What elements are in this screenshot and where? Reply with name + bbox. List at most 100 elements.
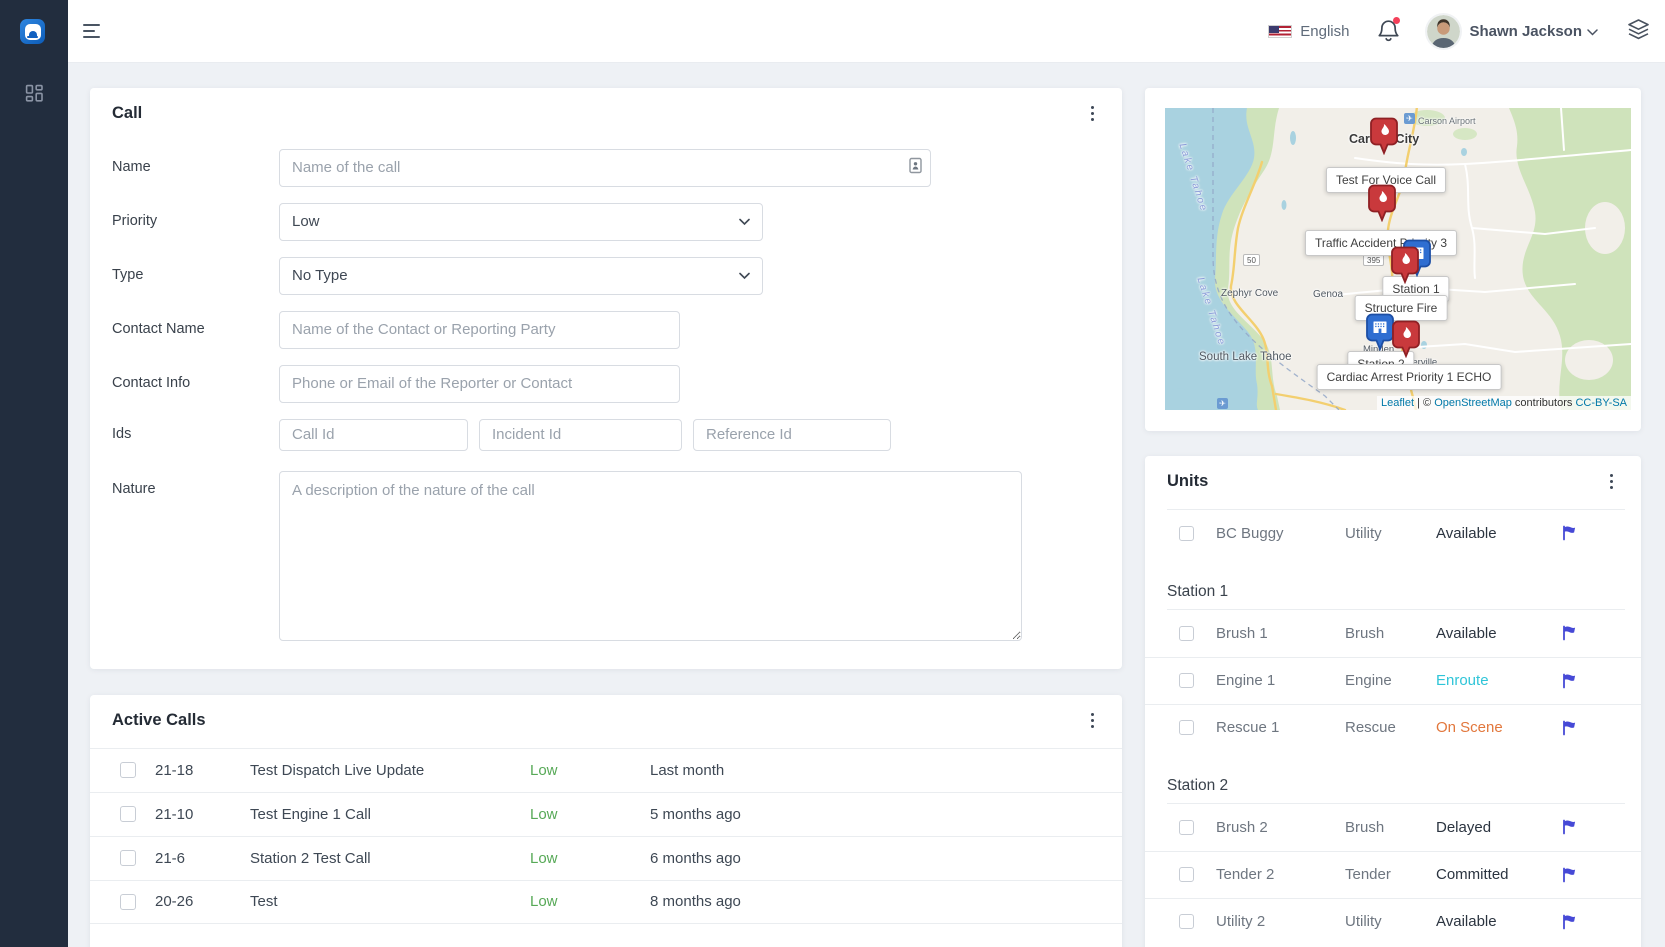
language-selector[interactable]: English bbox=[1300, 23, 1349, 40]
unit-type: Utility bbox=[1345, 525, 1414, 542]
call-time: 8 months ago bbox=[650, 893, 1122, 910]
contact-name-label: Contact Name bbox=[112, 311, 279, 349]
contact-info-label: Contact Info bbox=[112, 365, 279, 403]
map-tooltip: Cardiac Arrest Priority 1 ECHO bbox=[1317, 364, 1502, 390]
contact-name-input[interactable] bbox=[279, 311, 680, 349]
active-calls-table: 21-18 Test Dispatch Live Update Low Last… bbox=[90, 748, 1122, 924]
menu-icon[interactable] bbox=[83, 21, 103, 41]
unit-row[interactable]: Engine 1 Engine Enroute bbox=[1145, 657, 1641, 704]
flag-icon[interactable] bbox=[1561, 867, 1577, 883]
incident-id-input[interactable] bbox=[479, 419, 682, 451]
layers-icon[interactable] bbox=[1628, 18, 1649, 45]
contact-book-icon[interactable] bbox=[909, 157, 922, 178]
unit-row[interactable]: Rescue 1 Rescue On Scene bbox=[1145, 704, 1641, 751]
unit-row[interactable]: BC Buggy Utility Available bbox=[1145, 510, 1641, 557]
flag-icon[interactable] bbox=[1561, 914, 1577, 930]
call-row[interactable]: 20-26 Test Low 8 months ago bbox=[90, 880, 1122, 924]
airport-icon: ✈ bbox=[1404, 113, 1415, 124]
call-row[interactable]: 21-18 Test Dispatch Live Update Low Last… bbox=[90, 748, 1122, 792]
call-row-checkbox[interactable] bbox=[120, 894, 136, 910]
unit-row[interactable]: Brush 2 Brush Delayed bbox=[1145, 804, 1641, 851]
unit-checkbox[interactable] bbox=[1179, 867, 1194, 882]
priority-select[interactable]: Low bbox=[279, 203, 763, 241]
unit-type: Utility bbox=[1345, 913, 1414, 930]
ids-label: Ids bbox=[112, 419, 279, 451]
reference-id-input[interactable] bbox=[693, 419, 891, 451]
active-calls-menu-icon[interactable] bbox=[1085, 709, 1100, 732]
genoa-label: Genoa bbox=[1313, 289, 1343, 300]
station-group-header: Station 1 bbox=[1167, 583, 1625, 610]
unit-type: Engine bbox=[1345, 672, 1414, 689]
unit-checkbox[interactable] bbox=[1179, 526, 1194, 541]
call-row-checkbox[interactable] bbox=[120, 850, 136, 866]
call-priority: Low bbox=[530, 806, 631, 823]
leaflet-link[interactable]: Leaflet bbox=[1381, 397, 1414, 409]
units-card: Units BC Buggy Utility Available Station… bbox=[1145, 456, 1641, 947]
units-menu-icon[interactable] bbox=[1604, 470, 1619, 493]
unit-name: Tender 2 bbox=[1216, 866, 1323, 883]
call-priority: Low bbox=[530, 893, 631, 910]
station-group-header: Station 2 bbox=[1167, 777, 1625, 804]
south-lake-tahoe-label: South Lake Tahoe bbox=[1199, 351, 1292, 363]
flag-icon[interactable] bbox=[1561, 525, 1577, 541]
unit-status: Available bbox=[1436, 625, 1539, 642]
unit-checkbox[interactable] bbox=[1179, 626, 1194, 641]
unit-status: Committed bbox=[1436, 866, 1539, 883]
fire-marker-icon[interactable] bbox=[1369, 117, 1399, 155]
fire-marker-icon[interactable] bbox=[1390, 246, 1420, 284]
call-row-checkbox[interactable] bbox=[120, 806, 136, 822]
map-attribution: Leaflet | © OpenStreetMap contributors C… bbox=[1377, 396, 1631, 410]
call-name: Test Dispatch Live Update bbox=[250, 762, 511, 779]
avatar[interactable] bbox=[1427, 15, 1460, 48]
call-card-menu-icon[interactable] bbox=[1085, 102, 1100, 125]
unit-row[interactable]: Tender 2 Tender Committed bbox=[1145, 851, 1641, 898]
unit-checkbox[interactable] bbox=[1179, 820, 1194, 835]
unit-name: Brush 2 bbox=[1216, 819, 1323, 836]
contact-info-input[interactable] bbox=[279, 365, 680, 403]
unit-row[interactable]: Brush 1 Brush Available bbox=[1145, 610, 1641, 657]
call-id: 21-18 bbox=[155, 762, 231, 779]
leaflet-map[interactable]: Lake Tahoe Lake Tahoe Carson City ✈ Cars… bbox=[1165, 108, 1631, 410]
unit-checkbox[interactable] bbox=[1179, 673, 1194, 688]
flag-icon[interactable] bbox=[1561, 625, 1577, 641]
call-name-input[interactable] bbox=[279, 149, 931, 187]
call-name: Station 2 Test Call bbox=[250, 850, 511, 867]
call-row[interactable]: 21-10 Test Engine 1 Call Low 5 months ag… bbox=[90, 792, 1122, 836]
notifications-bell-icon[interactable] bbox=[1377, 18, 1401, 44]
zephyr-cove-label: Zephyr Cove bbox=[1221, 288, 1278, 299]
call-time: 5 months ago bbox=[650, 806, 1122, 823]
fire-marker-icon[interactable] bbox=[1391, 320, 1421, 358]
type-select[interactable]: No Type bbox=[279, 257, 763, 295]
osm-link[interactable]: OpenStreetMap bbox=[1434, 397, 1512, 409]
main-content: Call Name bbox=[68, 63, 1665, 947]
unit-checkbox[interactable] bbox=[1179, 720, 1194, 735]
dashboard-icon[interactable] bbox=[25, 84, 44, 108]
call-id-input[interactable] bbox=[279, 419, 468, 451]
fire-marker-icon[interactable] bbox=[1367, 184, 1397, 222]
active-calls-card: Active Calls 21-18 Test Dispatch Live Up… bbox=[90, 695, 1122, 947]
call-id: 20-26 bbox=[155, 893, 231, 910]
map-tooltip: Traffic Accident Priority 3 bbox=[1305, 230, 1457, 256]
top-navbar: English Shawn bbox=[68, 0, 1665, 63]
sidebar bbox=[0, 0, 68, 947]
flag-icon[interactable] bbox=[1561, 673, 1577, 689]
unit-checkbox[interactable] bbox=[1179, 914, 1194, 929]
app-logo[interactable] bbox=[20, 19, 45, 44]
us-flag-icon bbox=[1268, 25, 1292, 38]
call-row-checkbox[interactable] bbox=[120, 762, 136, 778]
app-root: English Shawn bbox=[0, 0, 1665, 947]
license-link[interactable]: CC-BY-SA bbox=[1575, 397, 1627, 409]
unit-name: Utility 2 bbox=[1216, 913, 1323, 930]
flag-icon[interactable] bbox=[1561, 819, 1577, 835]
flag-icon[interactable] bbox=[1561, 720, 1577, 736]
nature-textarea[interactable] bbox=[279, 471, 1022, 641]
call-card: Call Name bbox=[90, 88, 1122, 669]
active-calls-title: Active Calls bbox=[112, 711, 206, 730]
siren-icon bbox=[25, 24, 41, 40]
call-row[interactable]: 21-6 Station 2 Test Call Low 6 months ag… bbox=[90, 836, 1122, 880]
user-menu[interactable]: Shawn Jackson bbox=[1469, 23, 1582, 40]
unit-row[interactable]: Utility 2 Utility Available bbox=[1145, 898, 1641, 945]
unit-status: Available bbox=[1436, 913, 1539, 930]
priority-label: Priority bbox=[112, 203, 279, 241]
unit-type: Rescue bbox=[1345, 719, 1414, 736]
